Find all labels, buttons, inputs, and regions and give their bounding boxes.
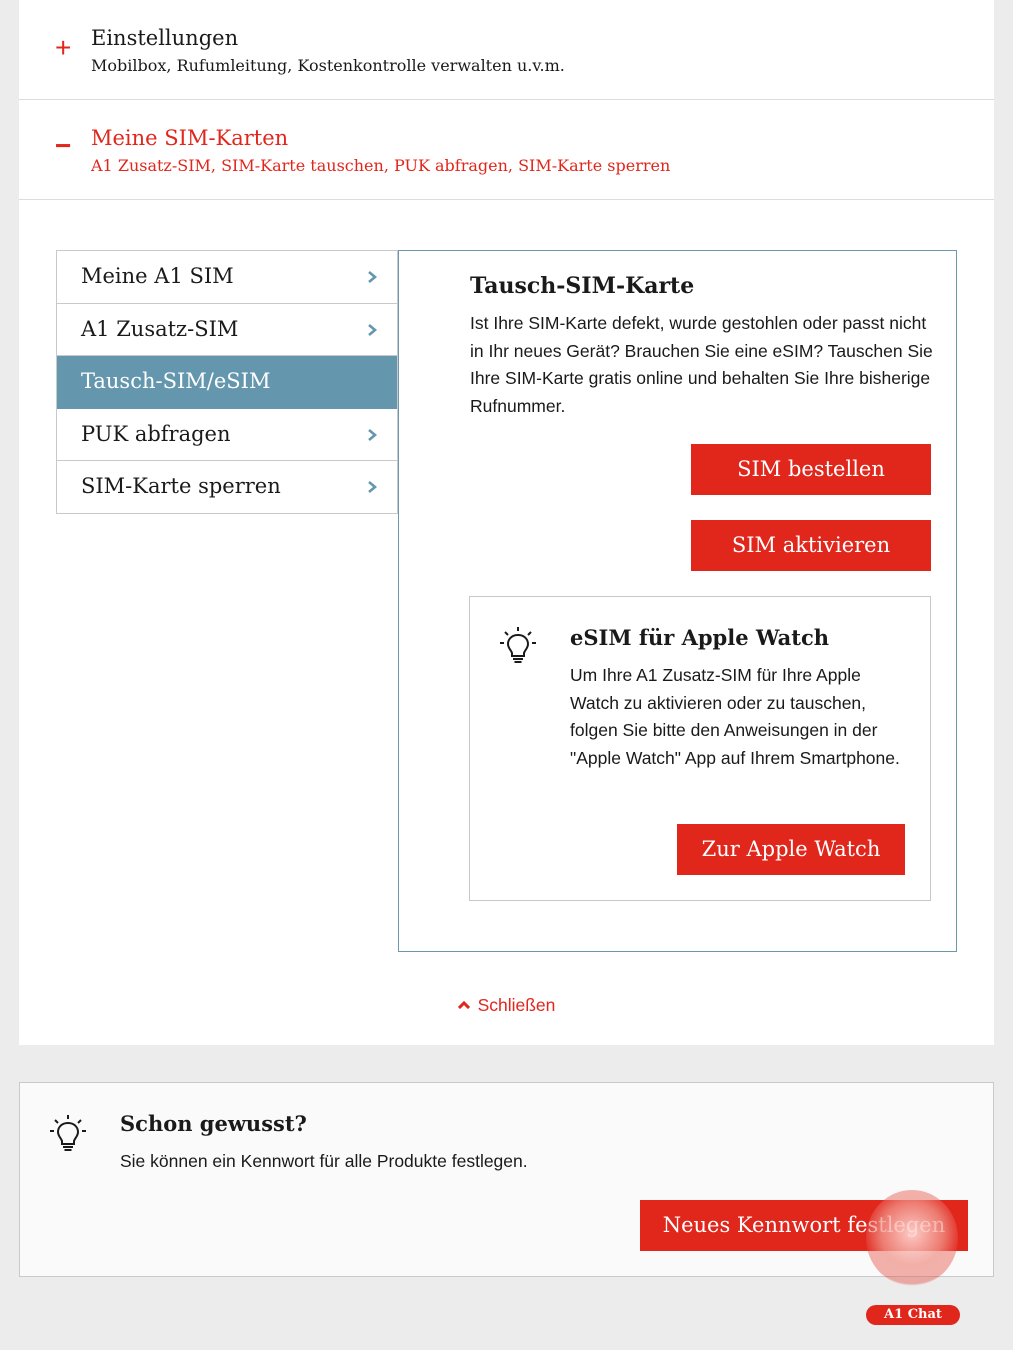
accordion-subtitle-sim: A1 Zusatz-SIM, SIM-Karte tauschen, PUK a… (91, 156, 671, 175)
lightbulb-icon (500, 627, 536, 663)
accordion-subtitle-settings: Mobilbox, Rufumleitung, Kostenkontrolle … (91, 56, 565, 75)
menu-item-tausch-sim-esim[interactable]: Tausch-SIM/eSIM (57, 356, 424, 409)
minus-icon: − (55, 130, 72, 161)
menu-item-sim-karte-sperren[interactable]: SIM-Karte sperren (57, 461, 397, 514)
chevron-right-icon (368, 271, 378, 283)
accordion-title-sim: Meine SIM-Karten (91, 126, 289, 150)
menu-item-label: Meine A1 SIM (81, 264, 234, 288)
sim-activate-button[interactable]: SIM aktivieren (691, 520, 931, 571)
accordion-title-settings: Einstellungen (91, 26, 239, 50)
chevron-right-icon (368, 428, 378, 441)
esim-text: Um Ihre A1 Zusatz-SIM für Ihre Apple Wat… (570, 665, 900, 768)
menu-item-label: Tausch-SIM/eSIM (81, 369, 271, 394)
esim-title: eSIM für Apple Watch (570, 625, 830, 650)
chat-icon[interactable] (866, 1190, 958, 1286)
accordion-item-settings[interactable]: + Einstellungen Mobilbox, Rufumleitung, … (19, 0, 994, 100)
content-panel: Tausch-SIM-Karte Ist Ihre SIM-Karte defe… (398, 250, 957, 952)
chat-label[interactable]: A1 Chat (866, 1305, 960, 1325)
menu-item-puk-abfragen[interactable]: PUK abfragen (57, 408, 397, 462)
chevron-right-icon (368, 323, 378, 336)
lightbulb-icon (50, 1115, 86, 1151)
sim-order-button[interactable]: SIM bestellen (691, 444, 931, 495)
accordion-item-sim[interactable]: − Meine SIM-Karten A1 Zusatz-SIM, SIM-Ka… (19, 100, 994, 200)
tip-box: Schon gewusst? Sie können ein Kennwort f… (19, 1082, 994, 1277)
menu-item-label: PUK abfragen (81, 421, 231, 446)
tip-title: Schon gewusst? (120, 1111, 307, 1136)
content-title: Tausch-SIM-Karte (470, 273, 695, 299)
sim-menu: Meine A1 SIM A1 Zusatz-SIM Tausch-SIM/eS… (56, 250, 424, 514)
chevron-up-icon (457, 1000, 470, 1009)
content-text: Ist Ihre SIM-Karte defekt, wurde gestohl… (470, 313, 933, 416)
accordion-panel: + Einstellungen Mobilbox, Rufumleitung, … (19, 0, 994, 1045)
esim-info-box: eSIM für Apple Watch Um Ihre A1 Zusatz-S… (469, 596, 931, 901)
apple-watch-button[interactable]: Zur Apple Watch (677, 824, 905, 875)
chevron-right-icon (368, 481, 378, 494)
tip-text: Sie können ein Kennwort für alle Produkt… (120, 1151, 528, 1171)
close-link[interactable]: Schließen (19, 995, 994, 1016)
menu-item-a1-zusatz-sim[interactable]: A1 Zusatz-SIM (57, 303, 397, 357)
plus-icon: + (55, 32, 72, 63)
close-label: Schließen (477, 995, 556, 1015)
menu-item-label: SIM-Karte sperren (81, 474, 281, 499)
menu-item-label: A1 Zusatz-SIM (81, 316, 239, 341)
menu-item-meine-a1-sim[interactable]: Meine A1 SIM (57, 251, 397, 304)
